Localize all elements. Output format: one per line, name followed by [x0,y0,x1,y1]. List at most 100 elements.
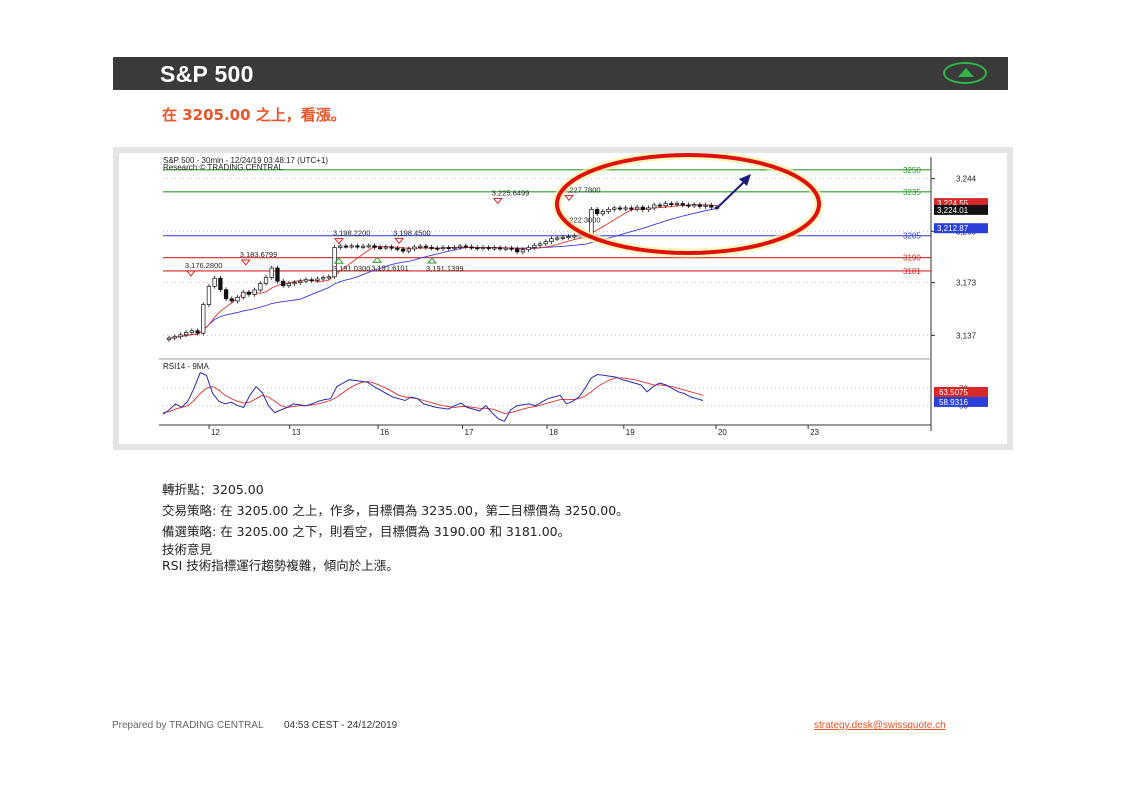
candle-body [418,245,423,248]
candle-body [560,236,566,239]
candle-body [663,203,668,207]
time-tick-label: 19 [626,428,635,437]
candle-body [246,291,252,295]
candle-body [600,211,605,215]
candle-body [400,248,406,252]
candle-body [252,289,257,295]
candle-body [623,207,628,210]
analysis-text: 轉折點：3205.00 交易策略: 在 3205.00 之上，作多，目標價為 3… [162,479,629,574]
candle-body [703,204,708,207]
level-label: 3235 [903,188,921,197]
candle-body [457,245,463,248]
chart-subtitle: Research © TRADING CENTRAL [163,163,284,172]
low-annotation: 3,191.1399 [426,264,464,273]
footer-timestamp: 04:53 CEST - 24/12/2019 [284,720,398,731]
high-annotation: 3,176.2800 [185,261,223,270]
candle-body [298,280,303,283]
level-label: 3250 [903,166,921,175]
candle-body [360,245,366,248]
pivot-point: 轉折點：3205.00 [162,482,264,497]
candle-body [315,278,320,281]
low-annotation: 3,191.6101 [371,263,409,272]
candle-body [594,209,600,215]
rsi-tag-label: 58.9316 [939,398,968,407]
price-tag-label: 3,212.87 [937,224,969,233]
candle-body [355,245,360,248]
candle-body [680,203,685,206]
page-title: S&P 500 [160,61,254,87]
candle-body [189,330,194,333]
time-tick-label: 17 [465,428,474,437]
candle-body [258,283,263,291]
candle-body [515,248,520,253]
candle-body [612,207,617,210]
price-tick-label: 3,137 [956,331,977,340]
candle-body [435,247,440,250]
candle-body [606,209,611,212]
candle-body [406,248,411,252]
candle-body [292,282,297,285]
candle-body [303,279,309,282]
candle-body [555,237,560,240]
candle-body [338,245,343,248]
candle-body [326,276,331,279]
candle-body [692,204,697,207]
up-arrow-icon [943,62,987,84]
candle-body [674,203,680,206]
candle-body [543,241,548,245]
trade-strategy: 交易策略: 在 3205.00 之上，作多，目標價為 3235.00，第二目標價… [162,503,629,518]
candle-body [320,277,326,280]
level-label: 3205 [903,232,921,241]
candle-body [178,334,183,338]
time-tick-label: 13 [292,428,301,437]
candle-body [281,280,286,286]
candle-body [486,247,491,250]
candle-body [566,236,571,239]
candle-body [652,204,657,209]
candle-body [469,246,474,249]
candle-body [223,289,229,300]
price-tick-label: 3,244 [956,175,977,184]
candle-body [172,336,177,339]
candle-body [229,298,234,302]
rsi-label: RSI14 - 9MA [163,362,209,371]
chart-frame: 3,2443,2083,1733,13732503235320531903181… [113,147,1013,450]
price-chart: 3,2443,2083,1733,13732503235320531903181… [119,153,1007,444]
footer-prepared-by: Prepared by TRADING CENTRAL [112,720,264,731]
candle-body [212,277,217,287]
candle-body [537,243,543,246]
candle-body [497,247,503,250]
rsi-tag-label: 63.5075 [939,388,968,397]
footer-email-link[interactable]: strategy.desk@swissquote.ch [814,720,946,731]
candle-body [629,207,634,210]
headline-summary: 在 3205.00 之上，看漲。 [162,106,346,124]
low-annotation: 3,191.0300 [333,264,371,273]
candle-body [634,206,640,210]
candle-body [241,291,246,298]
candle-body [372,245,377,248]
candle-body [520,249,526,253]
candle-body [183,332,189,336]
comment-heading: 技術意見 [162,542,213,557]
candle-body [640,206,645,211]
candle-body [463,245,468,248]
candle-body [366,245,371,248]
candle-body [195,330,200,334]
candle-body [669,203,674,206]
time-tick-label: 12 [211,428,220,437]
technical-comment: RSI 技術指標運行趨勢複雜，傾向於上漲。 [162,558,399,573]
time-tick-label: 20 [718,428,727,437]
candle-body [309,279,314,282]
high-annotation: 3,225.6499 [492,188,530,197]
candle-body [166,337,172,340]
header-bar: S&P 500 [113,57,1008,90]
candle-body [263,277,269,284]
candle-body [383,246,389,249]
level-label: 3181 [903,267,921,276]
candle-body [275,267,280,282]
candle-body [412,246,417,250]
candle-body [286,283,292,286]
candle-body [549,238,554,242]
candle-body [429,246,434,249]
candle-body [378,247,383,250]
